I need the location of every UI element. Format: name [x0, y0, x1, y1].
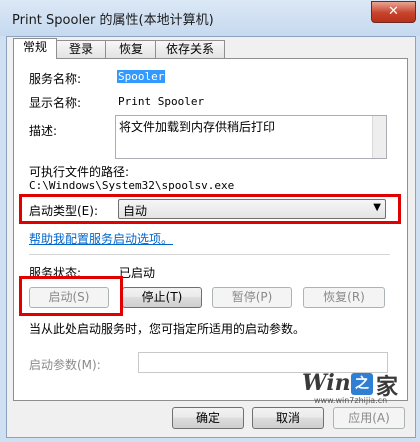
start-params-label: 启动参数(M):: [29, 358, 101, 372]
service-name-value[interactable]: Spooler: [117, 70, 166, 83]
tab-recovery[interactable]: 恢复: [105, 40, 157, 58]
exe-path-value[interactable]: C:\Windows\System32\spoolsv.exe: [29, 179, 234, 192]
help-link[interactable]: 帮助我配置服务启动选项。: [29, 230, 173, 247]
section-divider: [29, 254, 390, 255]
resume-button[interactable]: 恢复(R): [303, 287, 385, 308]
description-scrollbar[interactable]: [372, 116, 386, 158]
start-params-hint: 当从此处启动服务时，您可指定所适用的启动参数。: [29, 322, 306, 336]
window-title: Print Spooler 的属性(本地计算机): [12, 13, 214, 28]
startup-type-label: 启动类型(E):: [29, 204, 98, 218]
ok-button[interactable]: 确定: [172, 407, 244, 429]
description-box[interactable]: 将文件加载到内存供稍后打印: [115, 115, 387, 159]
exe-path-label: 可执行文件的路径:: [29, 165, 130, 179]
close-button[interactable]: ✕: [371, 1, 416, 23]
startup-type-value: 自动: [123, 204, 148, 218]
tab-dependencies[interactable]: 依存关系: [155, 40, 225, 58]
display-name-value[interactable]: Print Spooler: [118, 95, 204, 108]
service-name-label: 服务名称:: [29, 72, 82, 86]
apply-button[interactable]: 应用(A): [333, 407, 405, 429]
chevron-down-icon: ▼: [373, 202, 381, 213]
close-icon: ✕: [388, 4, 399, 19]
cancel-button[interactable]: 取消: [252, 407, 324, 429]
pause-button[interactable]: 暂停(P): [212, 287, 292, 308]
startup-type-select[interactable]: 自动 ▼: [118, 199, 386, 219]
description-label: 描述:: [29, 124, 58, 138]
watermark-box: 之: [351, 373, 373, 395]
watermark-url: www.win7zhijia.cn: [314, 396, 388, 405]
stop-button[interactable]: 停止(T): [122, 287, 202, 308]
display-name-label: 显示名称:: [29, 96, 82, 110]
tab-general[interactable]: 常规: [13, 38, 57, 59]
start-button-highlight: [19, 276, 123, 316]
tab-logon[interactable]: 登录: [55, 40, 107, 58]
watermark-logo: Win7 之 家 www.win7zhijia.cn: [296, 365, 406, 405]
service-status-value: 已启动: [119, 266, 156, 280]
description-text: 将文件加载到内存供稍后打印: [119, 120, 276, 134]
